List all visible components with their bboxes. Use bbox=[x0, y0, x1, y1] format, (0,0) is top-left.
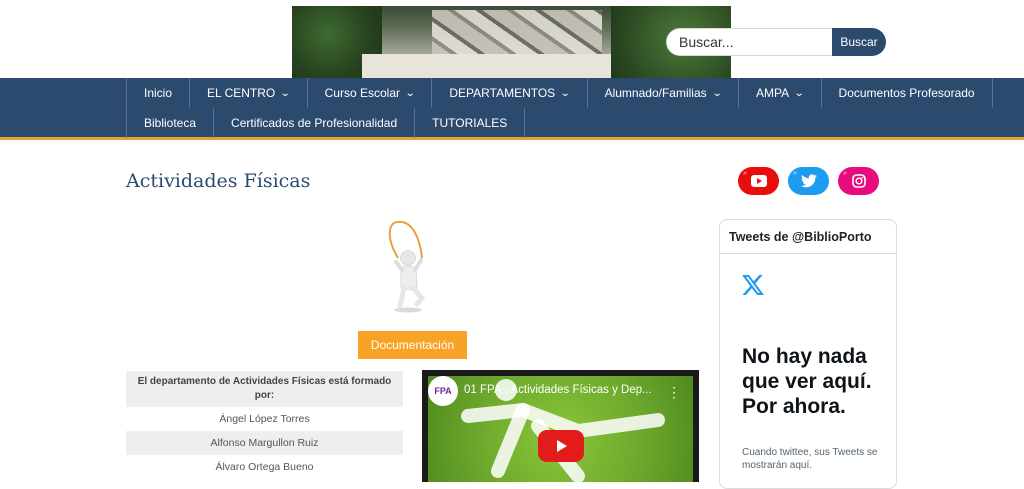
chevron-down-icon: ⌄ bbox=[404, 87, 416, 99]
twitter-timeline-widget: Tweets de @BiblioPorto No hay nada que v… bbox=[719, 219, 897, 489]
twitter-widget-header[interactable]: Tweets de @BiblioPorto bbox=[720, 220, 896, 254]
nav-item-el-centro[interactable]: EL CENTRO ⌄ bbox=[189, 78, 307, 108]
nav-item-documentos-profesorado[interactable]: Documentos Profesorado bbox=[820, 78, 993, 108]
nav-item-biblioteca[interactable]: Biblioteca bbox=[126, 108, 213, 138]
video-embed[interactable]: FPA 01 FPA - Actividades Físicas y Dep..… bbox=[422, 370, 699, 482]
youtube-button[interactable]: » bbox=[738, 167, 779, 195]
nav-row-primary: Inicio EL CENTRO ⌄ Curso Escolar ⌄ DEPARTA… bbox=[126, 78, 993, 108]
play-button[interactable] bbox=[538, 430, 584, 462]
documentation-button[interactable]: Documentación bbox=[358, 331, 467, 359]
chevron-down-icon: ⌄ bbox=[711, 87, 723, 99]
twitter-empty-text: Cuando twittee, sus Tweets se mostrarán … bbox=[742, 447, 878, 471]
nav-item-alumnado-familias[interactable]: Alumnado/Familias ⌄ bbox=[586, 78, 738, 108]
twitter-icon bbox=[800, 174, 817, 188]
nav-item-ampa[interactable]: AMPA ⌄ bbox=[738, 78, 821, 108]
instagram-icon bbox=[851, 174, 866, 188]
main-nav: Inicio EL CENTRO ⌄ Curso Escolar ⌄ DEPARTA… bbox=[0, 78, 1024, 140]
table-row: Ángel López Torres bbox=[219, 413, 310, 425]
members-table-header: El departamento de Actividades Físicas e… bbox=[126, 371, 403, 407]
channel-avatar[interactable]: FPA bbox=[428, 376, 458, 406]
search-form: Buscar bbox=[666, 28, 886, 56]
chevron-down-icon: ⌄ bbox=[559, 87, 571, 99]
page-title: Actividades Físicas bbox=[126, 170, 311, 192]
instagram-button[interactable]: » bbox=[838, 167, 879, 195]
members-table: El departamento de Actividades Físicas e… bbox=[126, 371, 403, 479]
nav-item-departamentos[interactable]: DEPARTAMENTOS ⌄ bbox=[431, 78, 586, 108]
nav-item-curso-escolar[interactable]: Curso Escolar ⌄ bbox=[306, 78, 432, 108]
twitter-button[interactable]: » bbox=[788, 167, 829, 195]
chevron-down-icon: ⌄ bbox=[793, 87, 805, 99]
x-logo-icon[interactable] bbox=[742, 275, 764, 295]
search-input[interactable] bbox=[666, 28, 832, 56]
twitter-empty-title: No hay nada que ver aquí. Por ahora. bbox=[742, 345, 872, 418]
youtube-icon bbox=[750, 175, 767, 187]
table-row: Alfonso Margullon Ruiz bbox=[126, 431, 403, 455]
video-title[interactable]: 01 FPA - Actividades Físicas y Dep... bbox=[464, 384, 652, 396]
nav-item-inicio[interactable]: Inicio bbox=[126, 78, 189, 108]
search-button[interactable]: Buscar bbox=[832, 28, 886, 56]
table-row: Álvaro Ortega Bueno bbox=[215, 461, 314, 473]
chevron-down-icon: ⌄ bbox=[279, 87, 291, 99]
jump-rope-figure-image bbox=[388, 220, 426, 313]
nav-row-secondary: Biblioteca Certificados de Profesionalid… bbox=[126, 108, 526, 138]
nav-item-certificados[interactable]: Certificados de Profesionalidad bbox=[213, 108, 414, 138]
nav-item-tutoriales[interactable]: TUTORIALES bbox=[414, 108, 526, 138]
play-icon bbox=[557, 440, 567, 452]
more-options-icon[interactable]: ⋮ bbox=[667, 384, 681, 401]
